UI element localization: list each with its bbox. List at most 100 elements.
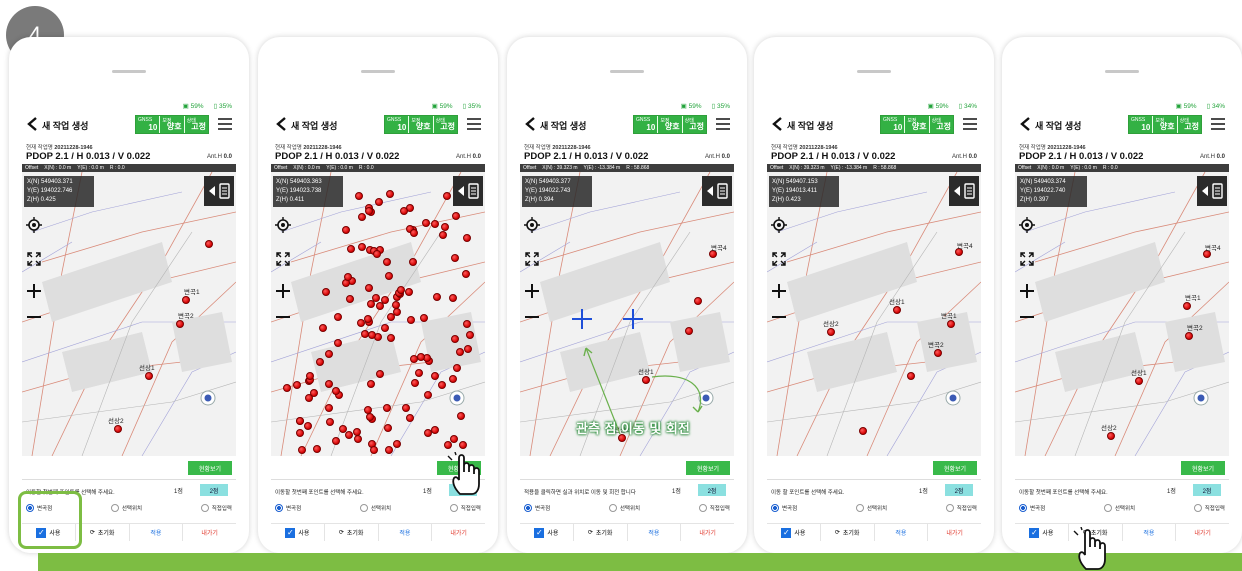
survey-point-marker[interactable] <box>438 231 447 240</box>
survey-point-marker[interactable] <box>1107 432 1115 440</box>
survey-point-marker[interactable] <box>399 206 408 215</box>
exit-button[interactable]: 내가기 <box>680 524 734 541</box>
zoom-in-icon[interactable] <box>771 283 787 299</box>
exit-button[interactable]: 내가기 <box>182 524 236 541</box>
hamburger-menu-icon[interactable] <box>218 118 232 130</box>
survey-point-marker[interactable] <box>404 287 413 296</box>
gnss-status-box[interactable]: GNSS 10 보정 양호 상태 고정 <box>633 115 707 134</box>
radio-selected-position[interactable]: 선택위치 <box>359 504 391 512</box>
survey-point-marker[interactable] <box>145 372 153 380</box>
gnss-status-box[interactable]: GNSS 10 보정 양호 상태 고정 <box>135 115 209 134</box>
exit-button[interactable]: 내가기 <box>1175 524 1229 541</box>
back-arrow-icon[interactable] <box>1019 117 1033 131</box>
tab-point-2[interactable]: 2점 <box>698 484 726 496</box>
apply-button[interactable]: 적용 <box>873 524 928 541</box>
survey-point-marker[interactable] <box>357 212 366 221</box>
survey-point-marker[interactable] <box>292 380 301 389</box>
tab-point-1[interactable]: 1점 <box>174 486 183 495</box>
survey-point-marker[interactable] <box>452 211 461 220</box>
survey-point-marker[interactable] <box>374 197 383 206</box>
layer-panel-button[interactable] <box>949 176 979 206</box>
survey-point-marker[interactable] <box>406 316 415 325</box>
survey-point-marker[interactable] <box>176 320 184 328</box>
survey-point-marker[interactable] <box>346 294 355 303</box>
tab-point-2[interactable]: 2점 <box>1193 484 1221 496</box>
zoom-out-icon[interactable] <box>1019 309 1035 325</box>
locate-me-icon[interactable] <box>771 217 787 233</box>
survey-point-marker[interactable] <box>114 425 122 433</box>
tab-point-1[interactable]: 1점 <box>1167 486 1176 495</box>
survey-point-marker[interactable] <box>371 293 380 302</box>
zoom-in-icon[interactable] <box>26 283 42 299</box>
radio-inflection-point[interactable]: 변곡점 <box>524 504 550 512</box>
survey-point-marker[interactable] <box>333 339 342 348</box>
survey-point-marker[interactable] <box>947 320 955 328</box>
radio-selected-position[interactable]: 선택위치 <box>1103 504 1135 512</box>
locate-me-icon[interactable] <box>1019 217 1035 233</box>
reset-button[interactable]: ⟳초기화 <box>74 524 129 541</box>
tab-point-1[interactable]: 1점 <box>423 486 432 495</box>
zoom-out-icon[interactable] <box>771 309 787 325</box>
hamburger-menu-icon[interactable] <box>716 118 730 130</box>
layer-panel-button[interactable] <box>204 176 234 206</box>
survey-point-marker[interactable] <box>306 371 315 380</box>
apply-button[interactable]: 적용 <box>377 524 432 541</box>
reset-button[interactable]: ⟳초기화 <box>572 524 627 541</box>
fullscreen-icon[interactable] <box>1019 251 1035 267</box>
apply-button[interactable]: 적용 <box>128 524 183 541</box>
map-view[interactable]: X(N) 549403.363 Y(E) 194023.738 Z(H) 0.411… <box>271 172 485 456</box>
survey-point-marker[interactable] <box>386 334 395 343</box>
back-arrow-icon[interactable] <box>275 117 289 131</box>
zoom-out-icon[interactable] <box>26 309 42 325</box>
status-view-button[interactable]: 현황보기 <box>686 461 730 475</box>
radio-direct-input[interactable]: 직접입력 <box>200 504 232 512</box>
hamburger-menu-icon[interactable] <box>963 118 977 130</box>
survey-point-marker[interactable] <box>423 391 432 400</box>
tab-point-1[interactable]: 1점 <box>919 486 928 495</box>
use-checkbox[interactable]: ✓ 사용 <box>520 524 573 541</box>
survey-point-marker[interactable] <box>431 371 440 380</box>
survey-point-marker[interactable] <box>324 404 333 413</box>
survey-point-marker[interactable] <box>893 306 901 314</box>
radio-direct-input[interactable]: 직접입력 <box>449 504 481 512</box>
radio-direct-input[interactable]: 직접입력 <box>698 504 730 512</box>
apply-button[interactable]: 적용 <box>626 524 681 541</box>
use-checkbox[interactable]: ✓ 사용 <box>767 524 820 541</box>
survey-point-marker[interactable] <box>319 323 328 332</box>
survey-point-marker[interactable] <box>453 363 462 372</box>
survey-point-marker[interactable] <box>859 427 867 435</box>
survey-point-marker[interactable] <box>409 228 418 237</box>
survey-point-marker[interactable] <box>392 308 401 317</box>
radio-selected-position[interactable]: 선택위치 <box>608 504 640 512</box>
survey-point-marker[interactable] <box>282 384 291 393</box>
hamburger-menu-icon[interactable] <box>467 118 481 130</box>
survey-point-marker[interactable] <box>364 283 373 292</box>
survey-point-marker[interactable] <box>1183 302 1191 310</box>
survey-point-marker[interactable] <box>449 435 458 444</box>
locate-me-icon[interactable] <box>26 217 42 233</box>
survey-point-marker[interactable] <box>827 328 835 336</box>
survey-point-marker[interactable] <box>381 323 390 332</box>
status-view-button[interactable]: 현황보기 <box>188 461 232 475</box>
tab-point-2[interactable]: 2점 <box>200 484 228 496</box>
back-arrow-icon[interactable] <box>524 117 538 131</box>
survey-point-marker[interactable] <box>367 330 376 339</box>
survey-point-marker[interactable] <box>462 234 471 243</box>
survey-point-marker[interactable] <box>364 206 373 215</box>
apply-button[interactable]: 적용 <box>1121 524 1176 541</box>
back-arrow-icon[interactable] <box>771 117 785 131</box>
survey-point-marker[interactable] <box>382 257 391 266</box>
map-view[interactable]: X(N) 549407.153 Y(E) 194013.411 Z(H) 0.423… <box>767 172 981 456</box>
tab-point-2[interactable]: 2점 <box>945 484 973 496</box>
survey-point-marker[interactable] <box>448 375 457 384</box>
gnss-status-box[interactable]: GNSS 10 보정 양호 상태 고정 <box>880 115 954 134</box>
radio-direct-input[interactable]: 직접입력 <box>945 504 977 512</box>
survey-point-marker[interactable] <box>383 424 392 433</box>
radio-inflection-point[interactable]: 변곡점 <box>1019 504 1045 512</box>
survey-point-marker[interactable] <box>934 349 942 357</box>
layer-panel-button[interactable] <box>453 176 483 206</box>
survey-point-marker[interactable] <box>396 285 405 294</box>
survey-point-marker[interactable] <box>1135 377 1143 385</box>
survey-point-marker[interactable] <box>442 191 451 200</box>
fullscreen-icon[interactable] <box>771 251 787 267</box>
